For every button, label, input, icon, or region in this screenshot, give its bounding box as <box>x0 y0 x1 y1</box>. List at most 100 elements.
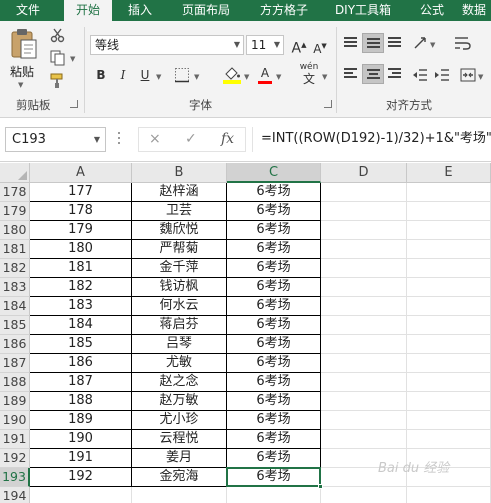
table-cell[interactable] <box>407 411 491 430</box>
table-cell[interactable]: 蒋启芬 <box>132 316 227 335</box>
font-size-combo[interactable]: 11 ▼ <box>246 35 284 55</box>
table-cell[interactable]: 181 <box>30 259 132 278</box>
table-cell[interactable]: 6考场 <box>227 202 321 221</box>
phonetic-button[interactable]: wén 文 <box>297 61 321 89</box>
table-cell[interactable]: 赵万敏 <box>132 392 227 411</box>
paste-dropdown-icon[interactable]: ▼ <box>18 81 23 89</box>
formula-bar-grip-icon[interactable] <box>118 132 121 148</box>
row-header[interactable]: 193 <box>0 468 30 487</box>
table-cell[interactable]: 6考场 <box>227 373 321 392</box>
decrease-font-icon[interactable]: A▼ <box>311 37 329 56</box>
increase-font-icon[interactable]: A▲ <box>290 36 308 57</box>
tab-fangfang[interactable]: 方方格子 <box>250 0 318 21</box>
table-cell[interactable]: 尤小珍 <box>132 411 227 430</box>
table-cell[interactable] <box>227 487 321 503</box>
table-cell[interactable]: 179 <box>30 221 132 240</box>
fill-handle[interactable] <box>318 484 323 489</box>
table-cell[interactable]: 185 <box>30 335 132 354</box>
tab-formulas[interactable]: 公式 <box>410 0 454 21</box>
table-cell[interactable] <box>407 259 491 278</box>
table-cell[interactable]: 192 <box>30 468 132 487</box>
table-cell[interactable] <box>321 373 407 392</box>
table-cell[interactable]: 吕琴 <box>132 335 227 354</box>
table-cell[interactable] <box>407 430 491 449</box>
underline-button[interactable]: U <box>136 66 154 84</box>
table-cell[interactable]: 186 <box>30 354 132 373</box>
italic-button[interactable]: I <box>114 66 132 84</box>
table-cell[interactable] <box>407 316 491 335</box>
table-cell[interactable]: 6考场 <box>227 354 321 373</box>
font-color-button[interactable]: A <box>256 64 274 86</box>
table-cell[interactable] <box>321 430 407 449</box>
row-header[interactable]: 192 <box>0 449 30 468</box>
table-cell[interactable]: 6考场 <box>227 449 321 468</box>
underline-dropdown-icon[interactable]: ▼ <box>156 73 161 81</box>
table-cell[interactable]: 金千萍 <box>132 259 227 278</box>
table-cell[interactable]: 177 <box>30 183 132 202</box>
table-cell[interactable] <box>407 487 491 503</box>
row-header[interactable]: 189 <box>0 392 30 411</box>
row-header[interactable]: 179 <box>0 202 30 221</box>
row-header[interactable]: 194 <box>0 487 30 503</box>
fill-color-dropdown-icon[interactable]: ▼ <box>244 73 249 81</box>
column-header-a[interactable]: A <box>30 163 132 183</box>
table-cell[interactable] <box>407 297 491 316</box>
table-cell[interactable] <box>132 487 227 503</box>
tab-file[interactable]: 文件 <box>0 0 56 21</box>
row-header[interactable]: 182 <box>0 259 30 278</box>
border-icon[interactable] <box>174 67 190 83</box>
format-painter-icon[interactable] <box>50 73 66 89</box>
table-cell[interactable]: 金宛海 <box>132 468 227 487</box>
fill-color-icon[interactable] <box>222 65 242 85</box>
table-cell[interactable]: 魏欣悦 <box>132 221 227 240</box>
table-cell[interactable]: 姜月 <box>132 449 227 468</box>
decrease-indent-icon[interactable] <box>412 67 428 83</box>
table-cell[interactable] <box>321 183 407 202</box>
formula-input[interactable]: =INT((ROW(D192)-1)/32)+1&"考场" <box>252 127 491 152</box>
row-header[interactable]: 178 <box>0 183 30 202</box>
row-header[interactable]: 185 <box>0 316 30 335</box>
table-cell[interactable] <box>321 221 407 240</box>
orientation-icon[interactable] <box>412 35 428 51</box>
font-launcher-icon[interactable] <box>324 100 332 108</box>
column-header-c[interactable]: C <box>227 163 321 183</box>
table-cell[interactable] <box>321 335 407 354</box>
insert-function-icon[interactable]: fx <box>221 131 234 147</box>
copy-dropdown-icon[interactable]: ▼ <box>70 55 75 63</box>
table-cell[interactable] <box>407 240 491 259</box>
table-cell[interactable]: 6考场 <box>227 278 321 297</box>
select-all-button[interactable] <box>0 163 30 183</box>
column-header-e[interactable]: E <box>407 163 491 183</box>
row-header[interactable]: 184 <box>0 297 30 316</box>
table-cell[interactable]: 6考场 <box>227 430 321 449</box>
column-header-d[interactable]: D <box>321 163 407 183</box>
table-cell[interactable] <box>407 392 491 411</box>
table-cell[interactable] <box>321 316 407 335</box>
align-top-icon[interactable] <box>340 33 362 53</box>
table-cell[interactable]: 182 <box>30 278 132 297</box>
align-middle-icon[interactable] <box>362 33 384 53</box>
table-cell[interactable]: 183 <box>30 297 132 316</box>
table-cell[interactable] <box>407 202 491 221</box>
table-cell[interactable]: 赵之念 <box>132 373 227 392</box>
row-header[interactable]: 187 <box>0 354 30 373</box>
table-cell[interactable]: 187 <box>30 373 132 392</box>
merge-center-icon[interactable] <box>460 67 476 83</box>
row-header[interactable]: 188 <box>0 373 30 392</box>
table-cell[interactable]: 189 <box>30 411 132 430</box>
table-cell[interactable] <box>321 297 407 316</box>
table-cell[interactable]: 钱访枫 <box>132 278 227 297</box>
table-cell[interactable] <box>321 278 407 297</box>
table-cell[interactable]: 云程悦 <box>132 430 227 449</box>
font-name-combo[interactable]: 等线 ▼ <box>90 35 244 55</box>
row-header[interactable]: 191 <box>0 430 30 449</box>
row-header[interactable]: 183 <box>0 278 30 297</box>
table-cell[interactable] <box>30 487 132 503</box>
clipboard-launcher-icon[interactable] <box>70 100 78 108</box>
table-cell[interactable] <box>321 240 407 259</box>
table-cell[interactable]: 6考场 <box>227 240 321 259</box>
table-cell[interactable]: 6考场 <box>227 392 321 411</box>
table-cell[interactable]: 178 <box>30 202 132 221</box>
table-cell[interactable]: 180 <box>30 240 132 259</box>
row-header[interactable]: 181 <box>0 240 30 259</box>
